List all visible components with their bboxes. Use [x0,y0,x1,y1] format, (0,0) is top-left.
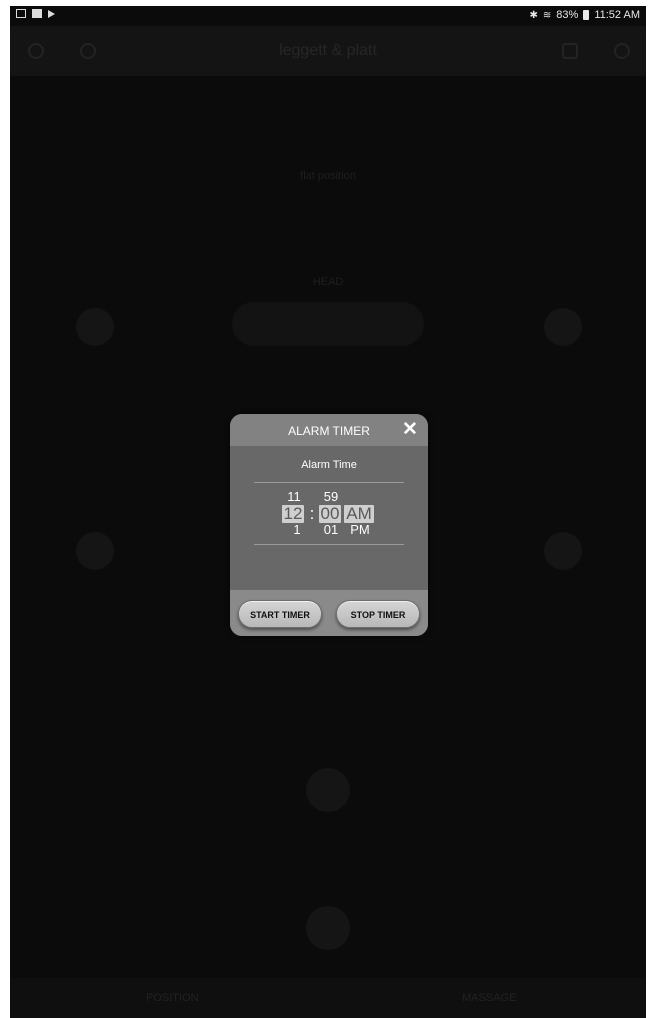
close-icon[interactable]: ✕ [401,419,419,441]
notification-icons [16,9,55,18]
start-timer-button[interactable]: START TIMER [238,600,322,628]
time-separator: : [309,504,315,523]
minute-option-below[interactable]: 01 [319,522,343,537]
battery-icon [583,10,590,20]
flipboard-icon [32,9,42,18]
clock: 11:52 AM [594,9,640,21]
alarm-time-label: Alarm Time [301,459,357,471]
head-label: HEAD [312,276,344,288]
foot-up-button[interactable] [76,532,114,570]
device-screen: ✱ ≋ 83% 11:52 AM leggett & platt flat po… [10,6,646,1018]
dialog-header: ALARM TIMER ✕ [230,414,428,446]
status-bar: ✱ ≋ 83% 11:52 AM [10,6,646,26]
wifi-icon: ≋ [542,9,552,21]
ampm-option-below[interactable]: PM [345,522,375,537]
bluetooth-icon: ✱ [529,9,538,21]
head-up-button[interactable] [76,308,114,346]
hour-option-below[interactable]: 1 [287,522,307,537]
play-icon [48,10,55,18]
ampm-selected[interactable]: AM [344,504,374,524]
image-icon [16,9,26,18]
stop-timer-button[interactable]: STOP TIMER [336,600,420,628]
tab-position[interactable]: POSITION [146,992,199,1004]
foot-down-button[interactable] [544,532,582,570]
bottom-tab-bar: POSITION MASSAGE [10,978,646,1018]
flat-position-label: flat position [300,170,356,182]
battery-percent: 83% [556,9,579,21]
dialog-title: ALARM TIMER [288,424,370,438]
settings-icon[interactable] [614,43,630,59]
picker-top-divider [254,482,404,483]
app-title: leggett & platt [279,42,377,59]
star-icon[interactable] [562,43,578,59]
flat-button[interactable] [306,906,350,950]
picker-bottom-divider [254,544,404,545]
power-button[interactable] [306,768,350,812]
tab-massage[interactable]: MASSAGE [462,992,516,1004]
minute-option-above[interactable]: 59 [319,489,343,504]
hour-selected[interactable]: 12 [282,504,304,524]
head-control-pill[interactable] [232,302,424,346]
system-icons: ✱ ≋ 83% 11:52 AM [530,9,640,21]
alarm-timer-dialog: ALARM TIMER ✕ Alarm Time 11 59 12 : 00 A… [230,414,428,636]
hour-option-above[interactable]: 11 [284,489,304,504]
head-down-button[interactable] [544,308,582,346]
minute-selected[interactable]: 00 [319,504,341,524]
app-toolbar: leggett & platt [10,26,646,76]
